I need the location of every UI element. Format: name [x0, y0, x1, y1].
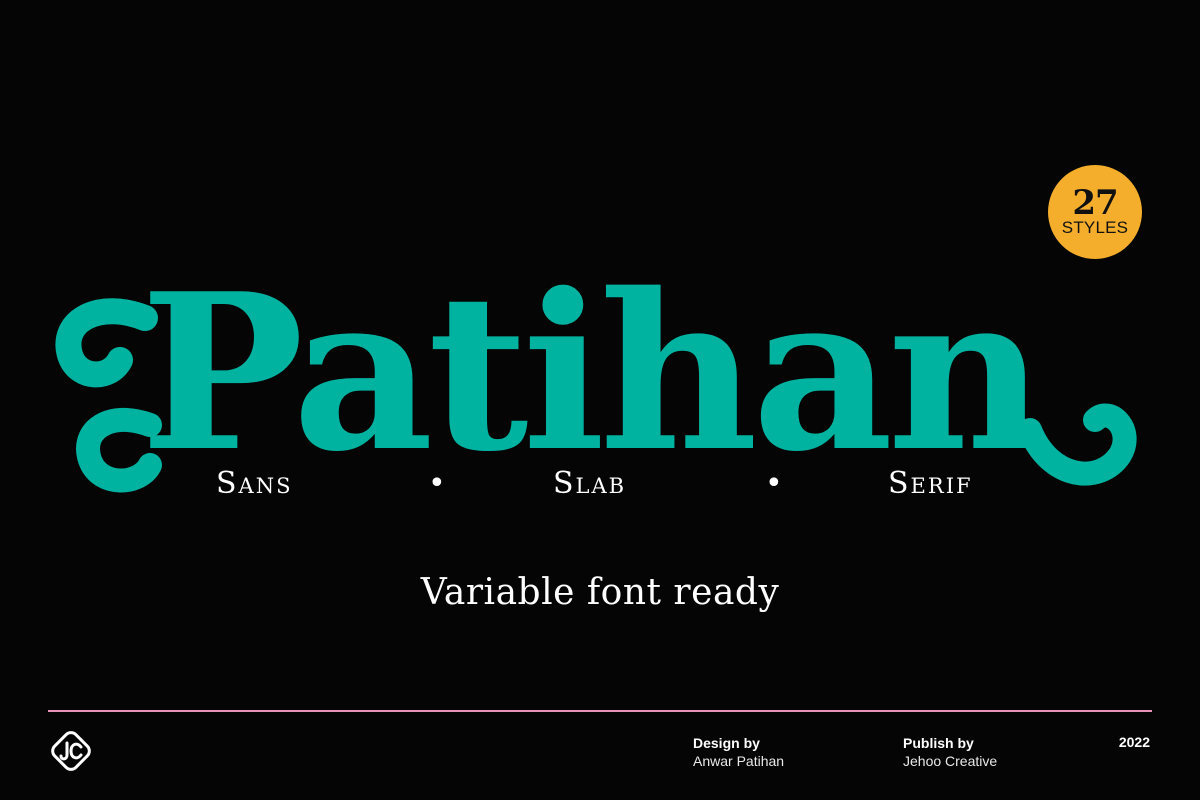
credit-publish: Publish by Jehoo Creative	[903, 734, 997, 770]
footer-divider	[48, 710, 1152, 712]
separator-dot: •	[428, 466, 448, 501]
title-text: Patihan	[140, 246, 1042, 499]
separator-dot: •	[765, 466, 785, 501]
credit-design: Design by Anwar Patihan	[693, 734, 784, 770]
styles-count-badge: 27 STYLES	[1048, 165, 1142, 259]
year: 2022	[1118, 734, 1150, 750]
design-label: Design by	[693, 735, 760, 751]
badge-label: STYLES	[1061, 218, 1129, 237]
style-sans: Sans	[216, 466, 293, 501]
style-slab: Slab	[553, 466, 627, 501]
left-swash	[55, 298, 158, 388]
tagline: Variable font ready	[420, 572, 780, 613]
style-names-row: Sans • Slab • Serif	[0, 466, 1200, 506]
publish-value: Jehoo Creative	[903, 753, 998, 769]
publish-label: Publish by	[903, 735, 974, 751]
style-serif: Serif	[888, 466, 973, 501]
design-value: Anwar Patihan	[693, 753, 785, 769]
jc-monogram-icon	[51, 731, 91, 771]
badge-number: 27	[1072, 183, 1118, 223]
poster: Patihan 27 STYLES Sans • Slab • Serif Va…	[0, 0, 1200, 800]
right-swash	[1018, 403, 1137, 486]
